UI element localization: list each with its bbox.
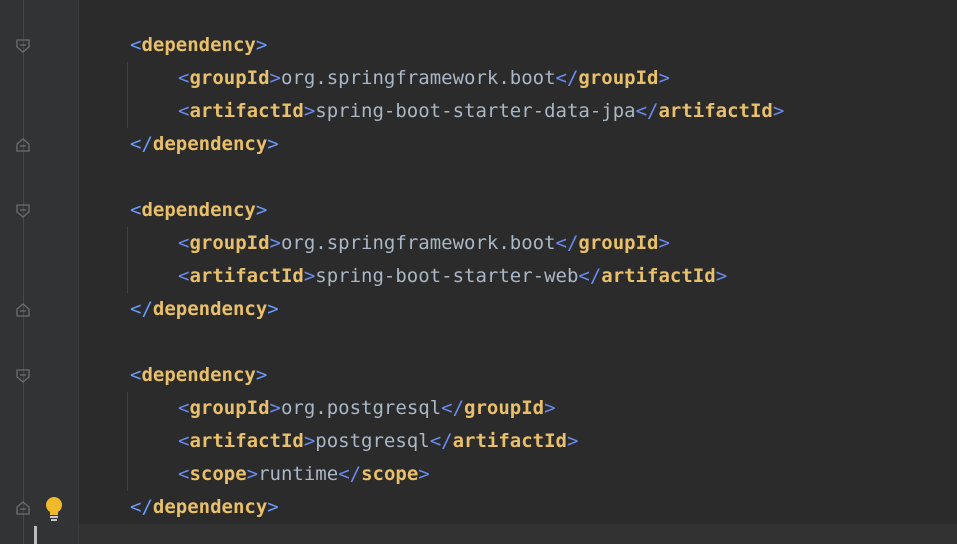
code-line[interactable]: <dependency>: [130, 29, 267, 62]
tag-bracket: </: [338, 463, 362, 485]
code-line[interactable]: </dependency>: [130, 491, 279, 524]
tag-bracket: >: [255, 34, 268, 56]
tag-bracket: >: [267, 496, 279, 518]
tag-bracket: </: [555, 232, 579, 254]
tag-value: org.springframework.boot: [280, 67, 556, 89]
tag-name: artifactId: [601, 265, 716, 287]
code-line[interactable]: <dependency>: [130, 359, 267, 392]
tag-name: dependency: [152, 298, 268, 320]
tag-bracket: </: [441, 397, 465, 419]
tag-bracket: </: [635, 100, 659, 122]
tag-bracket: </: [130, 298, 153, 320]
code-line[interactable]: </dependency>: [130, 128, 279, 161]
tag-name: groupId: [189, 232, 270, 254]
indent-guide: [127, 62, 128, 128]
tag-bracket: <: [178, 430, 190, 452]
code-editor[interactable]: <dependency> <groupId>org.springframework…: [0, 0, 957, 544]
code-line[interactable]: <scope>runtime</scope>: [178, 458, 430, 491]
tag-bracket: >: [255, 199, 268, 221]
tag-bracket: </: [130, 133, 153, 155]
code-line[interactable]: </dependency>: [130, 293, 279, 326]
fold-close-icon[interactable]: [16, 138, 30, 152]
indent-guide: [127, 392, 128, 491]
fold-open-icon[interactable]: [16, 369, 30, 383]
tag-value: org.postgresql: [280, 397, 442, 419]
tag-name: artifactId: [658, 100, 773, 122]
tag-bracket: >: [658, 67, 670, 89]
tag-value: postgresql: [315, 430, 430, 452]
tag-bracket: >: [772, 100, 785, 122]
tag-name: groupId: [464, 397, 545, 419]
tag-bracket: >: [269, 232, 281, 254]
code-line[interactable]: <groupId>org.springframework.boot</group…: [178, 62, 670, 95]
tag-name: groupId: [578, 67, 659, 89]
tag-bracket: </: [555, 67, 579, 89]
tag-bracket: >: [246, 463, 259, 485]
tag-name: artifactId: [189, 430, 304, 452]
code-line[interactable]: <groupId>org.postgresql</groupId>: [178, 392, 556, 425]
tag-bracket: </: [429, 430, 453, 452]
tag-bracket: >: [566, 430, 579, 452]
tag-bracket: >: [267, 133, 279, 155]
gutter-separator: [23, 0, 24, 544]
text-caret: [34, 526, 37, 544]
tag-value: spring-boot-starter-data-jpa: [315, 100, 636, 122]
tag-name: artifactId: [452, 430, 567, 452]
tag-bracket: >: [303, 430, 316, 452]
tag-bracket: <: [130, 364, 142, 386]
tag-name: artifactId: [189, 265, 304, 287]
tag-bracket: <: [130, 199, 142, 221]
tag-bracket: >: [269, 67, 281, 89]
tag-name: groupId: [189, 397, 270, 419]
code-line[interactable]: <dependency>: [130, 194, 267, 227]
lightbulb-icon[interactable]: [44, 496, 64, 522]
tag-name: dependency: [141, 199, 256, 221]
code-line[interactable]: <artifactId>spring-boot-starter-web</art…: [178, 260, 727, 293]
tag-bracket: <: [178, 67, 190, 89]
tag-value: spring-boot-starter-web: [315, 265, 579, 287]
tag-name: scope: [189, 463, 247, 485]
tag-bracket: >: [715, 265, 728, 287]
tag-name: dependency: [152, 496, 268, 518]
tag-bracket: <: [178, 463, 190, 485]
tag-bracket: >: [418, 463, 430, 485]
fold-open-icon[interactable]: [16, 39, 30, 53]
tag-bracket: >: [658, 232, 670, 254]
tag-bracket: <: [178, 232, 190, 254]
current-line-highlight: [79, 524, 957, 544]
tag-bracket: >: [303, 265, 316, 287]
tag-name: dependency: [141, 34, 256, 56]
tag-bracket: </: [578, 265, 602, 287]
editor-gutter: [0, 0, 79, 544]
tag-bracket: >: [544, 397, 556, 419]
code-line[interactable]: <artifactId>spring-boot-starter-data-jpa…: [178, 95, 784, 128]
tag-name: dependency: [152, 133, 268, 155]
tag-name: groupId: [578, 232, 659, 254]
tag-bracket: <: [130, 34, 142, 56]
tag-bracket: >: [267, 298, 279, 320]
tag-bracket: </: [130, 496, 153, 518]
tag-name: dependency: [141, 364, 256, 386]
tag-name: artifactId: [189, 100, 304, 122]
tag-bracket: <: [178, 100, 190, 122]
code-line[interactable]: <artifactId>postgresql</artifactId>: [178, 425, 578, 458]
tag-name: groupId: [189, 67, 270, 89]
fold-close-icon[interactable]: [16, 501, 30, 515]
tag-name: scope: [361, 463, 419, 485]
tag-bracket: >: [255, 364, 268, 386]
fold-open-icon[interactable]: [16, 204, 30, 218]
code-line[interactable]: <groupId>org.springframework.boot</group…: [178, 227, 670, 260]
tag-bracket: >: [269, 397, 281, 419]
indent-guide: [127, 227, 128, 293]
tag-bracket: <: [178, 397, 190, 419]
tag-bracket: >: [303, 100, 316, 122]
tag-value: org.springframework.boot: [280, 232, 556, 254]
tag-bracket: <: [178, 265, 190, 287]
tag-value: runtime: [258, 463, 339, 485]
fold-close-icon[interactable]: [16, 303, 30, 317]
